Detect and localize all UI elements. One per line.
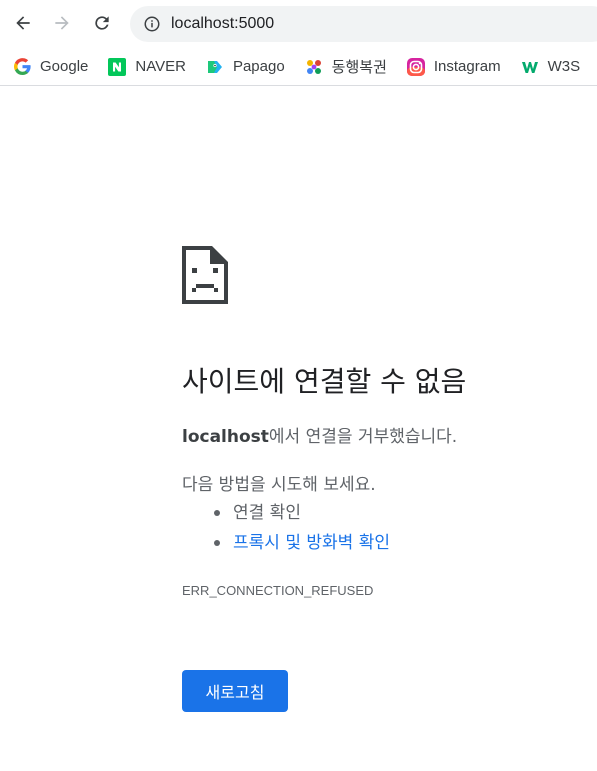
google-icon bbox=[13, 58, 31, 76]
papago-icon bbox=[206, 58, 224, 76]
try-label: 다음 방법을 시도해 보세요. bbox=[182, 475, 376, 495]
arrow-left-icon bbox=[16, 16, 30, 30]
bookmark-papago[interactable]: Papago bbox=[193, 53, 292, 81]
sad-document-icon bbox=[182, 246, 228, 304]
error-title: 사이트에 연결할 수 없음 bbox=[182, 365, 467, 398]
bookmark-label: NAVER bbox=[135, 58, 186, 75]
bookmark-google[interactable]: Google bbox=[0, 53, 95, 81]
refresh-icon bbox=[95, 16, 109, 30]
bookmark-instagram[interactable]: Instagram bbox=[394, 53, 508, 81]
error-content bbox=[182, 246, 582, 308]
lottery-icon bbox=[305, 58, 323, 76]
bullet-icon bbox=[214, 510, 220, 516]
instagram-icon bbox=[406, 57, 425, 76]
info-icon[interactable] bbox=[143, 15, 161, 33]
bookmark-naver[interactable]: NAVER bbox=[95, 53, 193, 81]
bookmark-label: Google bbox=[40, 58, 89, 75]
back-button[interactable] bbox=[9, 9, 37, 37]
suggestion-check-connection: 연결 확인 bbox=[182, 498, 390, 528]
address-bar[interactable]: localhost:5000 bbox=[130, 6, 597, 42]
error-description-text: 에서 연결을 거부했습니다. bbox=[268, 427, 458, 447]
reload-button[interactable]: 새로고침 bbox=[182, 670, 288, 712]
suggestion-check-proxy-firewall: 프록시 및 방화벽 확인 bbox=[182, 528, 390, 558]
reload-nav-button[interactable] bbox=[88, 9, 116, 37]
arrow-right-icon bbox=[55, 16, 69, 30]
w3schools-icon bbox=[521, 58, 539, 76]
bookmark-label: W3S bbox=[547, 58, 581, 75]
bullet-icon bbox=[214, 540, 220, 546]
bookmark-label: Instagram bbox=[433, 58, 501, 75]
browser-toolbar: localhost:5000 bbox=[0, 0, 597, 48]
bookmark-label: Papago bbox=[232, 58, 285, 75]
error-description: localhost에서 연결을 거부했습니다. bbox=[182, 422, 457, 447]
bookmark-label: 동행복권 bbox=[331, 59, 387, 76]
error-host: localhost bbox=[182, 427, 269, 447]
suggestion-label: 연결 확인 bbox=[233, 503, 301, 523]
suggestion-list: 연결 확인 프록시 및 방화벽 확인 bbox=[182, 498, 390, 558]
forward-button[interactable] bbox=[48, 9, 76, 37]
bookmark-w3schools[interactable]: W3S bbox=[508, 53, 588, 81]
url-text: localhost:5000 bbox=[171, 15, 275, 32]
proxy-firewall-link[interactable]: 프록시 및 방화벽 확인 bbox=[233, 533, 390, 553]
naver-icon bbox=[108, 57, 127, 76]
bookmark-lottery[interactable]: 동행복권 bbox=[292, 53, 394, 81]
bookmarks-bar: Google NAVER Papago 동행복권 Instagram W3S bbox=[0, 48, 597, 86]
error-code: ERR_CONNECTION_REFUSED bbox=[182, 583, 374, 598]
